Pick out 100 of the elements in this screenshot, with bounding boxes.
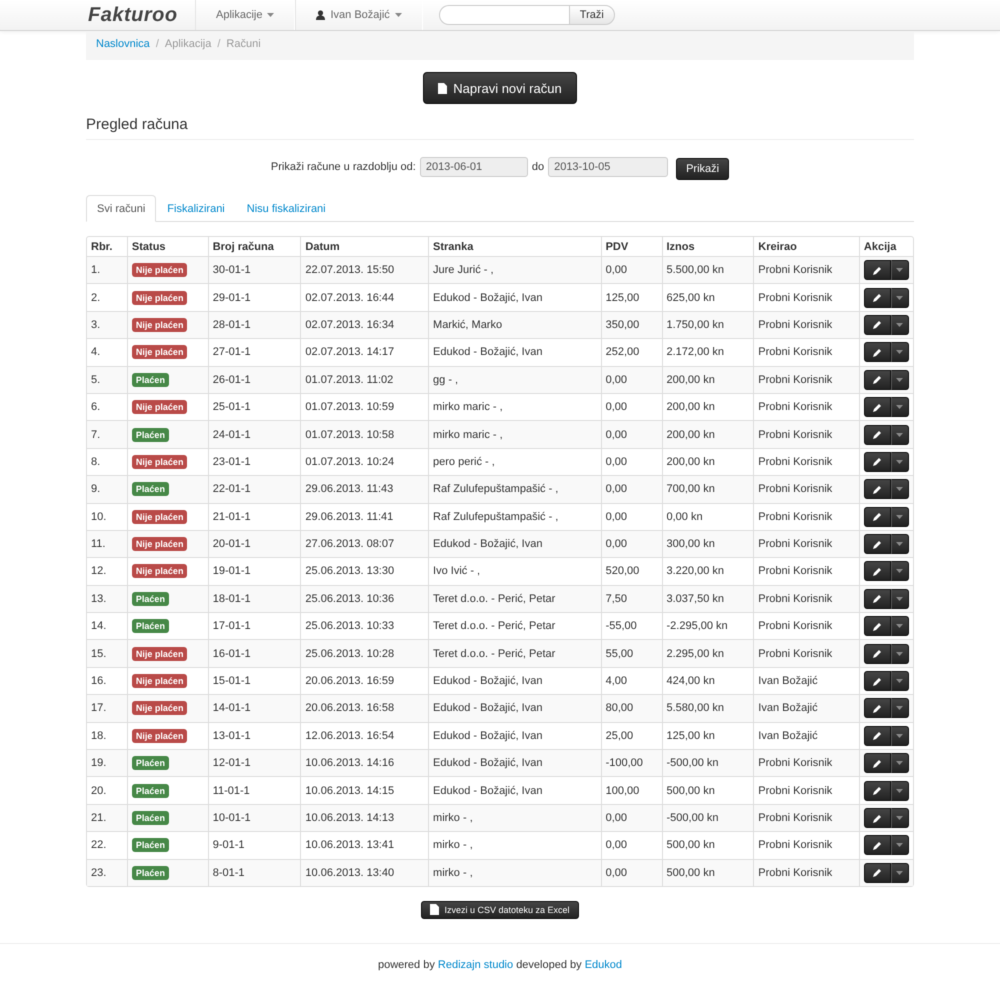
table-cell: -500,00 kn xyxy=(662,749,754,776)
new-invoice-button[interactable]: Napravi novi račun xyxy=(423,72,577,104)
status-badge: Nije plaćen xyxy=(132,454,188,469)
edit-button[interactable] xyxy=(864,588,891,609)
table-cell: 19. xyxy=(87,749,127,776)
footer-text: powered by xyxy=(378,958,435,971)
search-button[interactable]: Traži xyxy=(568,5,615,25)
dropdown-button[interactable] xyxy=(890,726,909,746)
edit-button[interactable] xyxy=(864,616,891,636)
dropdown-button[interactable] xyxy=(890,616,909,636)
dropdown-button[interactable] xyxy=(890,644,909,664)
footer-link[interactable]: Redizajn studio xyxy=(438,958,514,971)
table-cell: 11. xyxy=(87,530,127,558)
edit-button[interactable] xyxy=(864,479,891,500)
table-cell: 18-01-1 xyxy=(208,584,300,612)
edit-button[interactable] xyxy=(864,370,891,390)
footer-link[interactable]: Edukod xyxy=(584,958,622,971)
caret-icon xyxy=(896,514,904,519)
dropdown-button[interactable] xyxy=(890,862,909,883)
status-badge: Nije plaćen xyxy=(132,646,188,661)
edit-button[interactable] xyxy=(864,862,891,883)
tab[interactable]: Svi računi xyxy=(86,195,156,222)
table-cell: Probni Korisnik xyxy=(753,858,859,886)
dropdown-button[interactable] xyxy=(890,534,909,554)
edit-button[interactable] xyxy=(864,534,891,554)
edit-button[interactable] xyxy=(864,288,891,308)
dropdown-button[interactable] xyxy=(890,835,909,856)
table-cell: 3. xyxy=(87,310,127,338)
pencil-icon xyxy=(872,868,882,878)
pencil-icon xyxy=(872,786,882,796)
dropdown-button[interactable] xyxy=(890,506,909,527)
dropdown-button[interactable] xyxy=(890,698,909,718)
dropdown-button[interactable] xyxy=(890,780,909,801)
edit-button[interactable] xyxy=(864,835,891,856)
caret-icon xyxy=(896,432,904,437)
caret-icon xyxy=(896,296,904,300)
edit-button[interactable] xyxy=(864,808,891,828)
table-cell: 22-01-1 xyxy=(208,475,300,503)
edit-button[interactable] xyxy=(864,726,891,746)
dropdown-button[interactable] xyxy=(890,342,909,362)
edit-button[interactable] xyxy=(864,397,891,418)
dropdown-button[interactable] xyxy=(890,479,909,500)
table-cell: 0,00 xyxy=(600,530,662,558)
pencil-icon xyxy=(872,704,882,713)
edit-button[interactable] xyxy=(864,506,891,527)
edit-button[interactable] xyxy=(864,561,891,582)
status-badge: Plaćen xyxy=(132,592,169,606)
caret-icon xyxy=(896,624,904,628)
dropdown-button[interactable] xyxy=(890,753,909,774)
nav-menu[interactable]: Ivan Božajić xyxy=(295,0,423,30)
caret-icon xyxy=(896,734,904,738)
table-cell: 500,00 kn xyxy=(662,858,754,886)
table-cell: 0,00 xyxy=(600,475,662,503)
table-cell: 10.06.2013. 14:16 xyxy=(300,749,428,776)
dropdown-button[interactable] xyxy=(890,452,909,472)
caret-icon xyxy=(896,596,904,601)
table-cell: Probni Korisnik xyxy=(753,530,859,558)
edit-button[interactable] xyxy=(864,644,891,664)
tab[interactable]: Fiskalizirani xyxy=(156,195,236,222)
dropdown-button[interactable] xyxy=(890,370,909,390)
dropdown-button[interactable] xyxy=(890,424,909,445)
dropdown-button[interactable] xyxy=(890,561,909,582)
edit-button[interactable] xyxy=(864,314,891,335)
caret-icon xyxy=(267,13,274,17)
dropdown-button[interactable] xyxy=(890,260,909,280)
show-button[interactable]: Prikaži xyxy=(676,158,730,180)
tab[interactable]: Nisu fiskalizirani xyxy=(236,195,337,222)
table-cell: Markić, Marko xyxy=(428,310,601,338)
page-title: Pregled računa xyxy=(86,116,914,140)
edit-button[interactable] xyxy=(864,671,891,692)
dropdown-button[interactable] xyxy=(890,397,909,418)
breadcrumb-item: Aplikacija xyxy=(164,38,212,52)
table-cell: Probni Korisnik xyxy=(753,639,859,667)
edit-button[interactable] xyxy=(864,452,891,472)
date-to-field[interactable]: 2013-10-05 xyxy=(548,157,668,177)
table-cell: Probni Korisnik xyxy=(753,420,859,448)
table-cell: 0,00 xyxy=(600,256,662,284)
dropdown-button[interactable] xyxy=(890,671,909,692)
date-from-field[interactable]: 2013-06-01 xyxy=(420,157,528,177)
dropdown-button[interactable] xyxy=(890,288,909,308)
caret-icon xyxy=(896,378,904,382)
nav-menu[interactable]: Aplikacije xyxy=(195,0,296,30)
edit-button[interactable] xyxy=(864,698,891,718)
edit-button[interactable] xyxy=(864,424,891,445)
breadcrumb-link[interactable]: Naslovnica xyxy=(96,38,150,53)
table-cell: Probni Korisnik xyxy=(753,475,859,503)
caret-icon xyxy=(896,679,904,684)
brand-logo[interactable]: Fakturoo xyxy=(86,4,195,26)
search-field[interactable] xyxy=(438,5,569,25)
export-csv-button[interactable]: Izvezi u CSV datoteku za Excel xyxy=(421,900,579,919)
edit-button[interactable] xyxy=(864,342,891,362)
edit-button[interactable] xyxy=(864,260,891,280)
table-cell: 15. xyxy=(87,639,127,667)
edit-button[interactable] xyxy=(864,753,891,774)
pencil-icon xyxy=(872,457,882,466)
dropdown-button[interactable] xyxy=(890,314,909,335)
table-cell: 3.037,50 kn xyxy=(662,584,754,612)
dropdown-button[interactable] xyxy=(890,588,909,609)
column-header: Rbr. xyxy=(90,240,114,254)
edit-button[interactable] xyxy=(864,780,891,801)
